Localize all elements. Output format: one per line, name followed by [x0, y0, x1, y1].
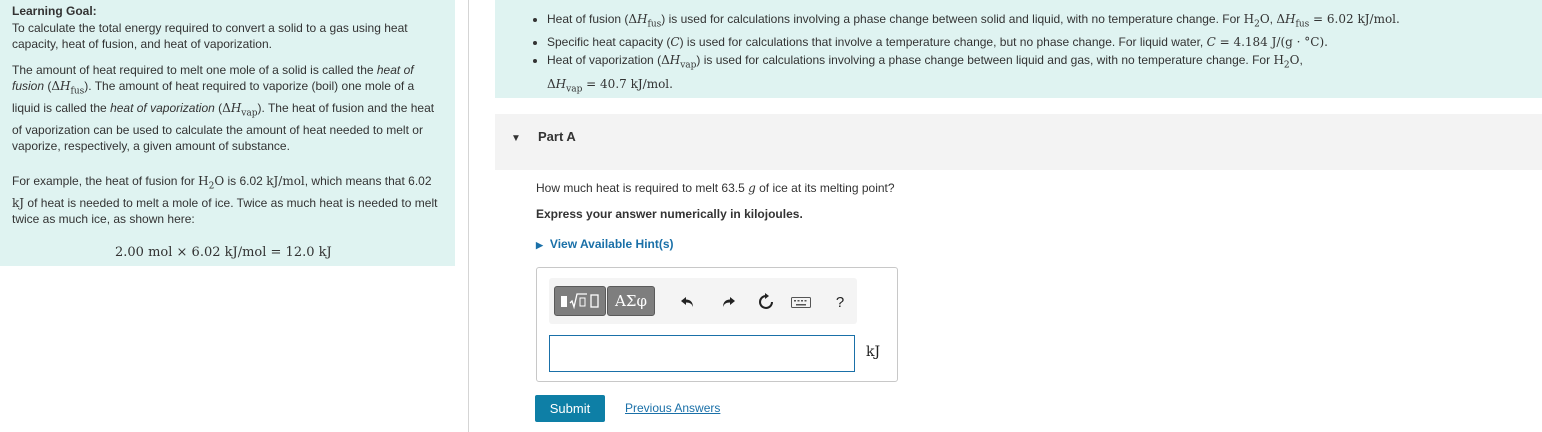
math-sub-fus: fus	[1295, 19, 1310, 30]
math-h: H	[555, 76, 567, 91]
info-item-specific-heat: Specific heat capacity (C) is used for c…	[547, 33, 1542, 51]
text-segment: Specific heat capacity (	[547, 35, 671, 50]
math-delta: Δ	[222, 100, 231, 115]
math-delta: Δ	[51, 79, 61, 93]
text-segment: The amount of heat required to melt one …	[12, 62, 377, 77]
unit-label: kJ	[866, 344, 881, 360]
learning-goal-paragraph-2: The amount of heat required to melt one …	[12, 62, 443, 155]
math-sub-fus: fus	[70, 86, 85, 97]
text-segment: Heat of vaporization (	[547, 53, 662, 68]
math-toolbar: ΑΣφ ?	[549, 278, 857, 324]
text-segment: For example, the heat of fusion for	[12, 173, 199, 188]
text-segment: How much heat is required to melt 63.5	[536, 181, 749, 195]
learning-goal-title: Learning Goal:	[12, 4, 97, 18]
text-segment: ) is used for calculations that involve …	[679, 35, 1207, 50]
math-sub-vap: vap	[566, 84, 583, 95]
math-delta: Δ	[1276, 12, 1286, 26]
math-h: H	[1285, 12, 1296, 26]
text-segment: of ice at its melting point?	[755, 181, 895, 195]
math-h: H	[669, 53, 681, 68]
math-sub-vap: vap	[241, 108, 258, 119]
answer-box: ΑΣφ ? kJ	[536, 267, 898, 382]
expand-triangle-icon: ▶	[536, 240, 543, 250]
learning-goal-intro: To calculate the total energy required t…	[12, 20, 408, 52]
undo-button[interactable]	[677, 291, 699, 313]
math-h2o: H2O	[198, 173, 225, 191]
templates-icon	[561, 293, 599, 310]
text-segment: is 6.02	[224, 173, 267, 188]
text-segment: ,	[1299, 53, 1303, 68]
info-list: Heat of fusion (ΔHfus) is used for calcu…	[531, 10, 1542, 98]
keyboard-button[interactable]	[790, 291, 812, 313]
math-sub-fus: fus	[647, 19, 662, 30]
answer-instruction: Express your answer numerically in kiloj…	[536, 207, 803, 221]
redo-button[interactable]	[717, 291, 739, 313]
math-g: g	[748, 181, 756, 195]
text-segment: ) is used for calculations involving a p…	[661, 12, 1244, 26]
term-heat-of-vaporization: heat of vaporization	[110, 100, 215, 115]
math-h: H	[230, 100, 242, 115]
math-value: = 4.184 J/(g · °C).	[1215, 35, 1328, 50]
math-h: H	[637, 12, 648, 26]
text-segment: ) is used for calculations involving a p…	[696, 53, 1274, 68]
view-hints-link[interactable]: ▶ View Available Hint(s)	[536, 237, 674, 251]
submit-button[interactable]: Submit	[535, 395, 605, 422]
info-item-heat-of-fusion: Heat of fusion (ΔHfus) is used for calcu…	[547, 10, 1542, 33]
text-segment: Heat of fusion (	[547, 12, 629, 26]
math-value: = 6.02 kJ/mol.	[1309, 12, 1400, 26]
math-kj: kJ	[12, 195, 25, 210]
math-h2o-o: O	[1289, 53, 1300, 68]
info-item-heat-of-vaporization: Heat of vaporization (ΔHvap) is used for…	[547, 51, 1542, 98]
answer-input[interactable]	[549, 335, 855, 372]
text-segment: of heat is needed to melt a mole of ice.…	[12, 195, 438, 227]
question-text: How much heat is required to melt 63.5 g…	[536, 181, 895, 195]
math-delta: Δ	[661, 53, 670, 68]
help-icon: ?	[835, 293, 845, 311]
math-sub-vap: vap	[680, 60, 697, 71]
help-button[interactable]: ?	[829, 291, 851, 313]
math-delta-h-fus: ΔHfus	[51, 79, 85, 97]
templates-button[interactable]	[554, 286, 606, 316]
math-kj-per-mol: kJ/mol	[266, 173, 305, 188]
redo-icon	[723, 297, 735, 307]
collapse-triangle-icon[interactable]: ▼	[511, 133, 521, 144]
math-h2o-h: H	[1243, 12, 1255, 26]
reset-button[interactable]	[755, 291, 777, 313]
part-header[interactable]: ▼ Part A	[495, 114, 1542, 170]
symbols-button[interactable]: ΑΣφ	[607, 286, 655, 316]
math-h2o-h: H	[198, 173, 209, 188]
math-h2o-o: O	[1259, 12, 1270, 26]
math-h2o-h: H	[1273, 53, 1284, 68]
learning-goal-paragraph-3: For example, the heat of fusion for H2O …	[12, 173, 443, 228]
example-equation: 2.00 mol × 6.02 kJ/mol = 12.0 kJ	[115, 244, 332, 260]
text-segment: , which means that 6.02	[304, 173, 432, 188]
learning-goal-panel: Learning Goal: To calculate the total en…	[0, 0, 455, 266]
undo-icon	[681, 297, 693, 307]
reset-icon	[759, 293, 773, 309]
column-divider	[468, 0, 469, 432]
math-h2o: H2O	[1243, 12, 1270, 29]
keyboard-icon	[791, 297, 811, 308]
previous-answers-link[interactable]: Previous Answers	[625, 401, 720, 415]
math-delta: Δ	[547, 76, 556, 91]
part-label: Part A	[538, 129, 576, 144]
math-c: C	[1206, 35, 1216, 50]
view-hints-label: View Available Hint(s)	[549, 237, 674, 251]
info-panel: Heat of fusion (ΔHfus) is used for calcu…	[495, 0, 1542, 98]
math-h: H	[60, 79, 71, 93]
math-delta-h-vap: ΔHvap	[222, 100, 258, 119]
math-h2o-o: O	[214, 173, 225, 188]
math-h2o: H2O	[1273, 53, 1300, 70]
math-value: = 40.7 kJ/mol.	[582, 76, 673, 91]
math-c: C	[670, 35, 680, 50]
math-delta: Δ	[628, 12, 638, 26]
